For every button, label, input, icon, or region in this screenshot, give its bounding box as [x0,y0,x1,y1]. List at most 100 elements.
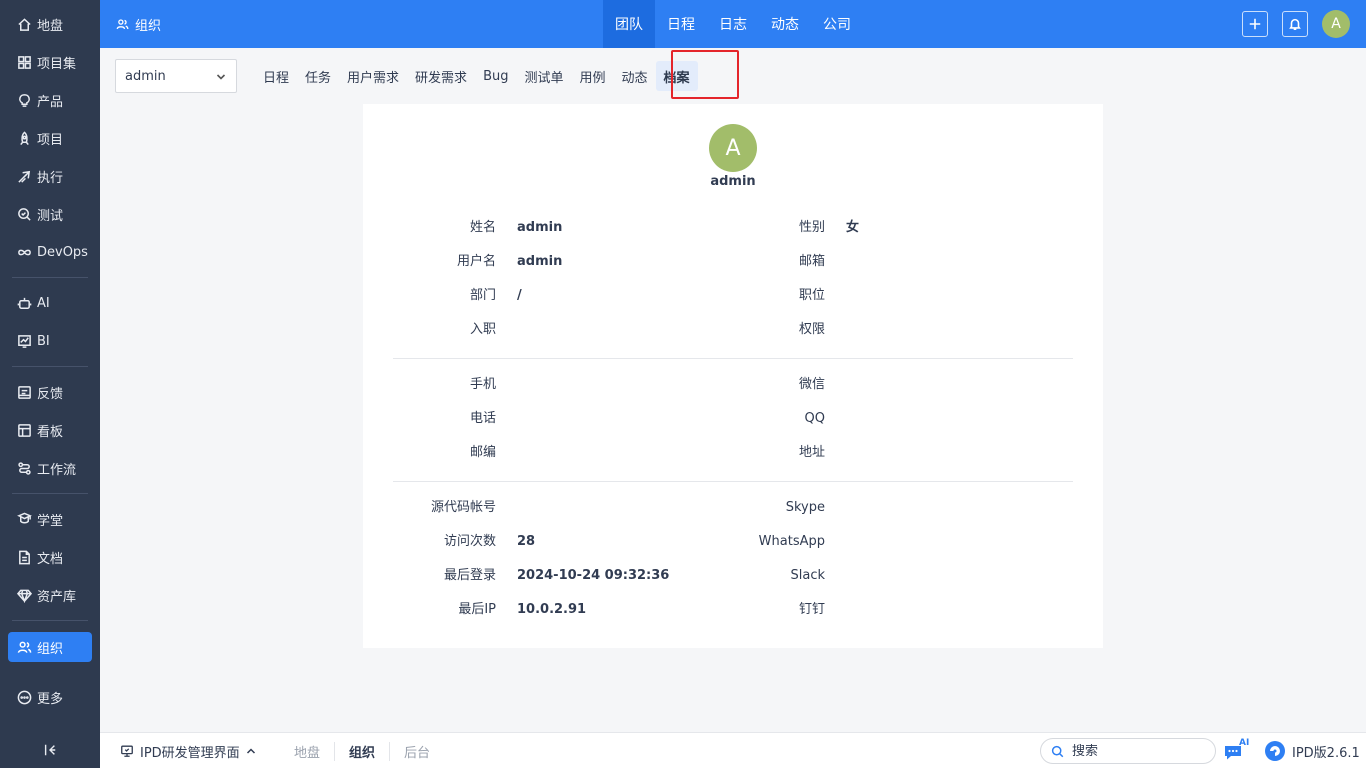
tab-dynamics[interactable]: 动态 [759,0,811,48]
sidebar-item-label: 学堂 [37,513,64,529]
subnav-task[interactable]: 任务 [297,61,339,91]
rocket-icon [15,129,33,147]
footer-breadcrumb: 地盘 组织 后台 [280,733,444,768]
interface-switcher[interactable]: IPD研发管理界面 [120,733,256,768]
tab-schedule[interactable]: 日程 [655,0,707,48]
top-header: 组织 团队 日程 日志 动态 公司 A [100,0,1366,48]
sidebar-item-kanban[interactable]: 看板 [8,415,92,445]
bell-icon [1289,18,1301,31]
field-value: 28 [517,534,536,549]
feedback-icon [15,383,33,401]
field-value: / [517,288,522,303]
footer-bar: IPD研发管理界面 地盘 组织 后台 AI IPD版2.6.1 [100,732,1366,768]
crumb-dashboard[interactable]: 地盘 [280,742,334,761]
notification-button[interactable] [1282,11,1308,37]
more-icon [15,688,33,706]
sidebar-divider [12,493,88,494]
crumb-admin[interactable]: 后台 [389,741,444,761]
version-text: IPD版2.6.1 [1292,745,1360,761]
field-label: 访问次数 [443,534,496,549]
interface-label: IPD研发管理界面 [140,745,240,761]
sidebar-item-label: DevOps [37,244,88,260]
tab-team[interactable]: 团队 [603,0,655,48]
field-label: 入职 [469,322,496,337]
field-label: 电话 [469,411,496,426]
module-title-text: 组织 [135,18,162,34]
create-button[interactable] [1242,11,1268,37]
subnav-testtask[interactable]: 测试单 [516,61,571,91]
sidebar-item-project[interactable]: 项目 [8,123,92,153]
sidebar-item-asset-library[interactable]: 资产库 [8,580,92,610]
footer-search [1040,738,1216,764]
subnav-user-story[interactable]: 用户需求 [339,61,407,91]
chevron-down-icon [216,74,226,80]
subnav-testcase[interactable]: 用例 [572,61,614,91]
field-label: 邮编 [469,445,496,460]
sidebar-item-devops[interactable]: DevOps [8,237,92,267]
user-avatar[interactable]: A [1322,10,1350,38]
field-label: 性别 [798,220,825,235]
chevron-up-icon [246,748,255,754]
lightbulb-icon [15,91,33,109]
sidebar-divider [12,277,88,278]
sidebar-item-test[interactable]: 测试 [8,199,92,229]
subnav-schedule[interactable]: 日程 [255,61,297,91]
plus-icon [1249,18,1261,30]
field-label: 部门 [469,288,496,303]
collapse-sidebar-button[interactable] [40,740,60,760]
subnav-profile[interactable]: 档案 [655,61,698,91]
subnav-dynamics[interactable]: 动态 [614,61,656,91]
subnav-bug[interactable]: Bug [475,61,516,91]
sidebar-item-label: AI [37,295,50,311]
sidebar-divider [12,620,88,621]
ai-assistant-button[interactable]: AI [1223,738,1253,764]
monitor-icon [121,745,133,757]
sidebar-item-school[interactable]: 学堂 [8,504,92,534]
users-icon [15,638,33,656]
kanban-icon [15,421,33,439]
field-label: 邮箱 [798,254,825,269]
user-subnav: 日程 任务 用户需求 研发需求 Bug 测试单 用例 动态 档案 [255,59,698,93]
sidebar-item-document[interactable]: 文档 [8,542,92,572]
sidebar-item-workflow[interactable]: 工作流 [8,453,92,483]
version-info[interactable]: IPD版2.6.1 [1264,733,1360,768]
user-select-dropdown[interactable]: admin [115,59,237,93]
sidebar-item-dashboard[interactable]: 地盘 [8,9,92,39]
sidebar-item-organization[interactable]: 组织 [8,632,92,662]
workflow-icon [15,459,33,477]
sidebar-item-execution[interactable]: 执行 [8,161,92,191]
field-value: 10.0.2.91 [517,602,587,617]
field-label: 最后登录 [443,568,496,583]
subnav-dev-story[interactable]: 研发需求 [407,61,475,91]
sidebar-item-label: 执行 [37,170,64,186]
grid-icon [15,53,33,71]
sidebar-item-feedback[interactable]: 反馈 [8,377,92,407]
field-value: admin [517,254,563,269]
sidebar-item-product[interactable]: 产品 [8,85,92,115]
section-divider [393,481,1073,482]
field-label: Skype [785,500,825,515]
field-label: 用户名 [456,254,496,269]
profile-card: A admin 姓名 admin 性别 女 用户名 admin 邮箱 部门 / … [363,104,1103,648]
sidebar-item-label: 工作流 [37,462,77,478]
crumb-organization[interactable]: 组织 [334,741,389,761]
sidebar-item-program[interactable]: 项目集 [8,47,92,77]
field-label: WhatsApp [758,534,825,549]
search-input[interactable] [1072,743,1192,759]
run-icon [15,167,33,185]
sidebar-item-bi[interactable]: BI [8,326,92,356]
users-icon [116,18,129,29]
sidebar-item-ai[interactable]: AI [8,288,92,318]
sidebar: 地盘 项目集 产品 项目 执行 测试 DevOps AI BI 反馈 看板 工作… [0,0,100,768]
tab-log[interactable]: 日志 [707,0,759,48]
sidebar-item-label: 地盘 [37,18,64,34]
field-label: 最后IP [458,602,496,617]
magnifier-check-icon [15,205,33,223]
section-divider [393,358,1073,359]
robot-icon [15,294,33,312]
user-select-value: admin [125,68,166,84]
tab-company[interactable]: 公司 [811,0,863,48]
sidebar-item-more[interactable]: 更多 [8,682,92,712]
document-icon [15,548,33,566]
module-title: 组织 [116,0,161,48]
